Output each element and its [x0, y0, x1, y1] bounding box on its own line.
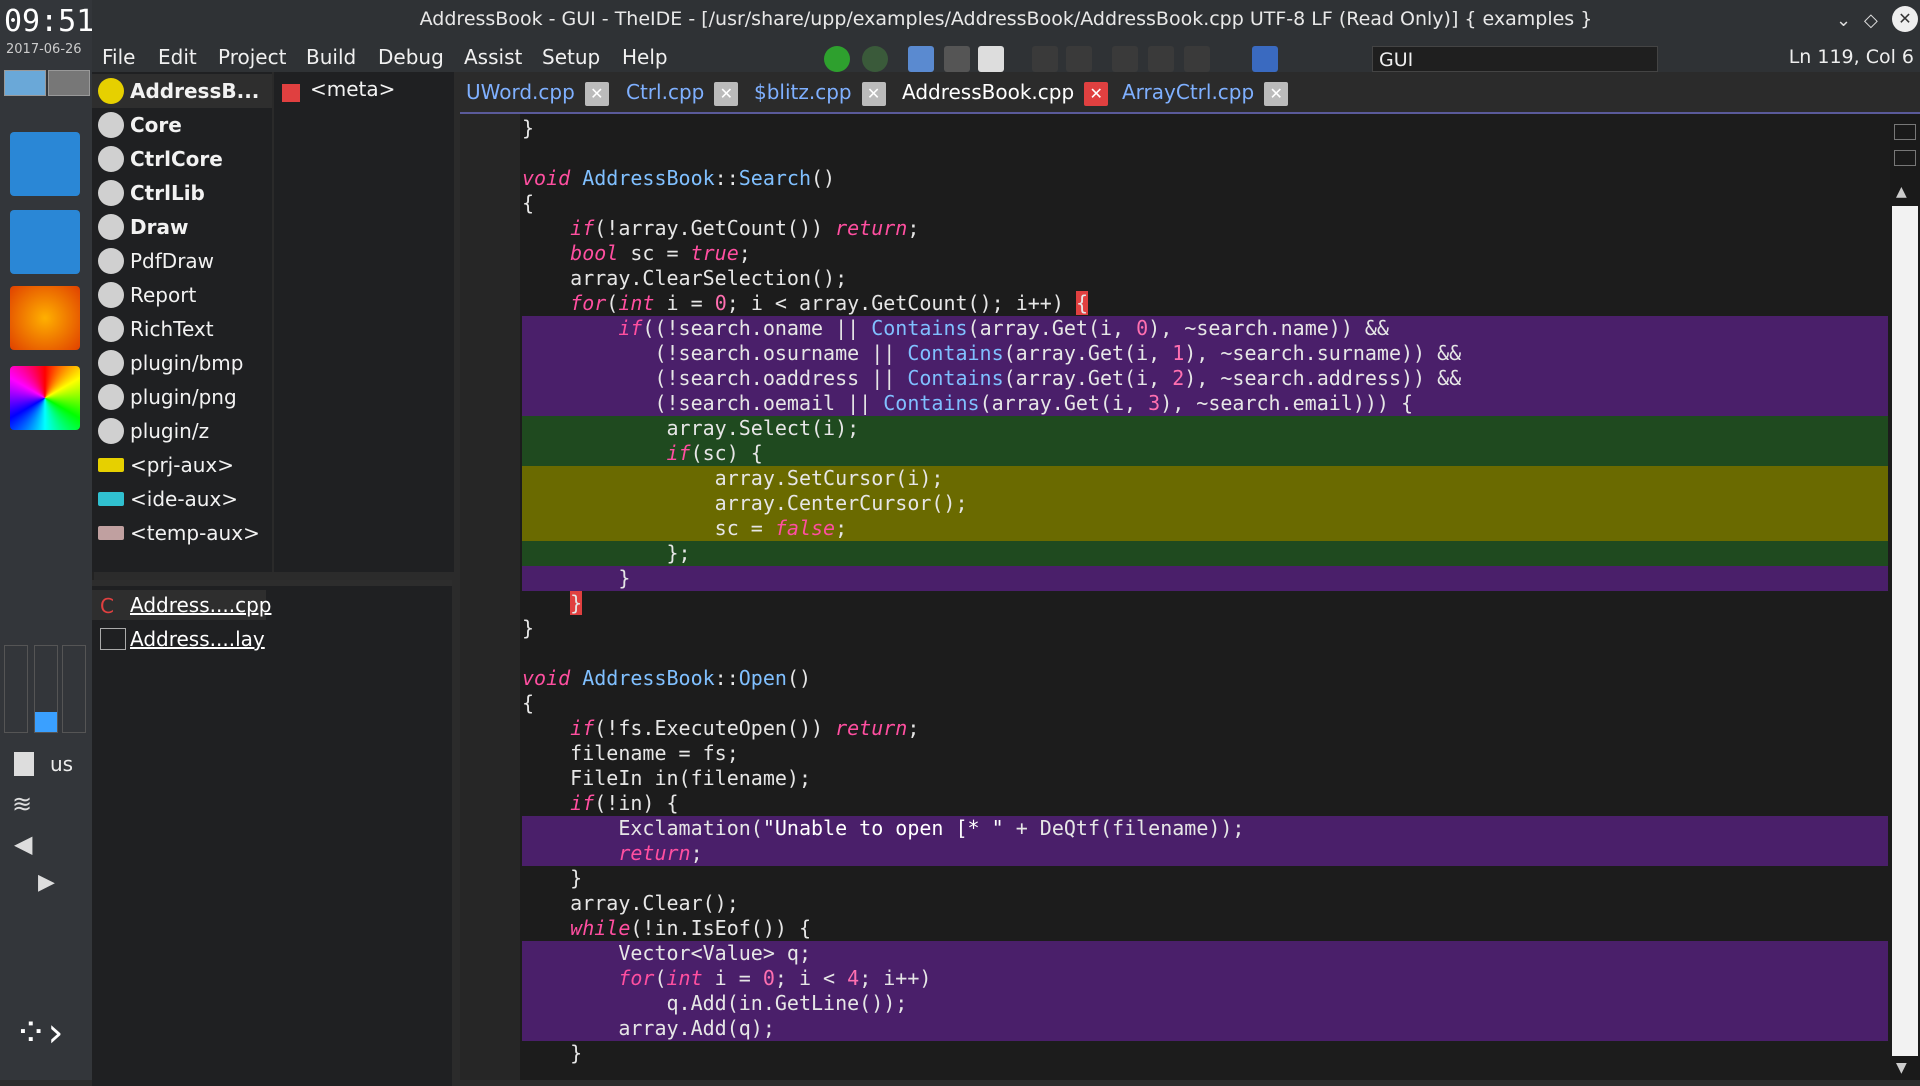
cut-icon[interactable]	[1112, 46, 1138, 72]
close-tab-icon[interactable]: ✕	[1084, 81, 1109, 106]
title-bar: AddressBook - GUI - TheIDE - [/usr/share…	[92, 0, 1920, 42]
file-list: C Address....cpp Address....lay	[92, 580, 452, 1086]
tab-ctrl[interactable]: Ctrl.cpp ✕	[626, 80, 739, 110]
package-list: AddressB... Core CtrlCore CtrlLib Draw P…	[92, 72, 272, 572]
close-tab-icon[interactable]: ✕	[714, 81, 739, 106]
speaker-icon[interactable]: ◀	[14, 830, 32, 858]
paste-icon[interactable]	[1184, 46, 1210, 72]
binary-icon[interactable]	[978, 46, 1004, 72]
package-item[interactable]: Core	[92, 108, 272, 142]
meta-icon	[282, 84, 300, 102]
package-item[interactable]: <prj-aux>	[92, 448, 272, 482]
scroll-down-icon[interactable]: ▼	[1896, 1060, 1907, 1076]
firefox-icon[interactable]	[10, 286, 80, 350]
volume-meter	[4, 645, 28, 733]
package-icon[interactable]	[1252, 46, 1278, 72]
close-tab-icon[interactable]: ✕	[861, 81, 886, 106]
battery-icon	[14, 752, 34, 776]
vertical-scrollbar[interactable]: ▲ ▼	[1890, 114, 1920, 1080]
package-item[interactable]: <ide-aux>	[92, 482, 272, 516]
clock: 09:51	[4, 4, 95, 39]
level-meter	[34, 645, 58, 733]
code-text[interactable]: } void AddressBook::Search() { if(!array…	[522, 116, 1888, 1066]
package-files: <meta>	[272, 72, 454, 572]
build-icon[interactable]	[908, 46, 934, 72]
wifi-icon[interactable]: ≋	[12, 790, 32, 818]
menu-project[interactable]: Project	[218, 45, 286, 69]
split-icon[interactable]	[1894, 150, 1916, 166]
keyboard-layout[interactable]: us	[50, 752, 73, 776]
split-icon[interactable]	[1894, 124, 1916, 140]
tab-bar: UWord.cpp ✕ Ctrl.cpp ✕ $blitz.cpp ✕ Address…	[460, 78, 1920, 114]
menu-debug[interactable]: Debug	[378, 45, 444, 69]
package-item[interactable]: PdfDraw	[92, 244, 272, 278]
package-item[interactable]: Report	[92, 278, 272, 312]
tab-blitz[interactable]: $blitz.cpp ✕	[754, 80, 886, 110]
package-item[interactable]: RichText	[92, 312, 272, 346]
scroll-up-icon[interactable]: ▲	[1896, 184, 1907, 200]
package-item[interactable]: CtrlLib	[92, 176, 272, 210]
meter	[62, 645, 86, 733]
folder-icon[interactable]	[10, 132, 80, 196]
app-dock: 09:51 2017-06-26 us ≋ ◀ ▶ ⁘›	[0, 0, 94, 1080]
package-item[interactable]: <temp-aux>	[92, 516, 272, 550]
menu-build[interactable]: Build	[306, 45, 356, 69]
editor-gutter	[460, 114, 520, 1080]
expand-arrow-icon[interactable]: ▶	[38, 870, 55, 895]
cpp-file-icon: C	[100, 594, 114, 618]
layout-file-icon	[100, 628, 126, 650]
close-tab-icon[interactable]: ✕	[1264, 81, 1289, 106]
window-title: AddressBook - GUI - TheIDE - [/usr/share…	[419, 8, 1593, 30]
theide-icon[interactable]	[10, 366, 80, 430]
menu-help[interactable]: Help	[622, 45, 668, 69]
menu-setup[interactable]: Setup	[542, 45, 600, 69]
maximize-icon[interactable]: ◇	[1864, 10, 1878, 31]
menu-bar: File Edit Project Build Debug Assist Set…	[92, 42, 1920, 72]
close-icon[interactable]: ✕	[1892, 6, 1918, 32]
workspace-1[interactable]	[4, 70, 46, 96]
file-item[interactable]: Address....lay	[130, 627, 265, 651]
configuration-field[interactable]: GUI	[1372, 46, 1658, 72]
package-item[interactable]: plugin/png	[92, 380, 272, 414]
file-item[interactable]: <meta>	[310, 77, 395, 101]
undo-icon[interactable]	[1032, 46, 1058, 72]
forward-icon[interactable]	[862, 46, 888, 72]
workspace-2[interactable]	[48, 70, 90, 96]
debug-icon[interactable]	[944, 46, 970, 72]
package-item[interactable]: plugin/z	[92, 414, 272, 448]
tab-addressbook[interactable]: AddressBook.cpp ✕	[902, 80, 1109, 110]
copy-icon[interactable]	[1148, 46, 1174, 72]
package-item[interactable]: AddressB...	[92, 74, 272, 108]
menu-file[interactable]: File	[102, 45, 135, 69]
folder-icon[interactable]	[10, 210, 80, 274]
cursor-position: Ln 119, Col 6	[1788, 46, 1914, 68]
file-item[interactable]: Address....cpp	[130, 593, 271, 617]
apps-menu-icon[interactable]: ⁘›	[14, 1010, 64, 1056]
back-icon[interactable]	[824, 46, 850, 72]
minimize-icon[interactable]: ⌄	[1836, 10, 1851, 31]
tab-arrayctrl[interactable]: ArrayCtrl.cpp ✕	[1122, 80, 1289, 110]
package-item[interactable]: Draw	[92, 210, 272, 244]
redo-icon[interactable]	[1066, 46, 1092, 72]
scroll-thumb[interactable]	[1892, 206, 1918, 1056]
tab-uword[interactable]: UWord.cpp ✕	[466, 80, 609, 110]
package-item[interactable]: plugin/bmp	[92, 346, 272, 380]
close-tab-icon[interactable]: ✕	[584, 81, 609, 106]
menu-assist[interactable]: Assist	[464, 45, 522, 69]
menu-edit[interactable]: Edit	[158, 45, 197, 69]
date: 2017-06-26	[6, 42, 82, 57]
package-item[interactable]: CtrlCore	[92, 142, 272, 176]
